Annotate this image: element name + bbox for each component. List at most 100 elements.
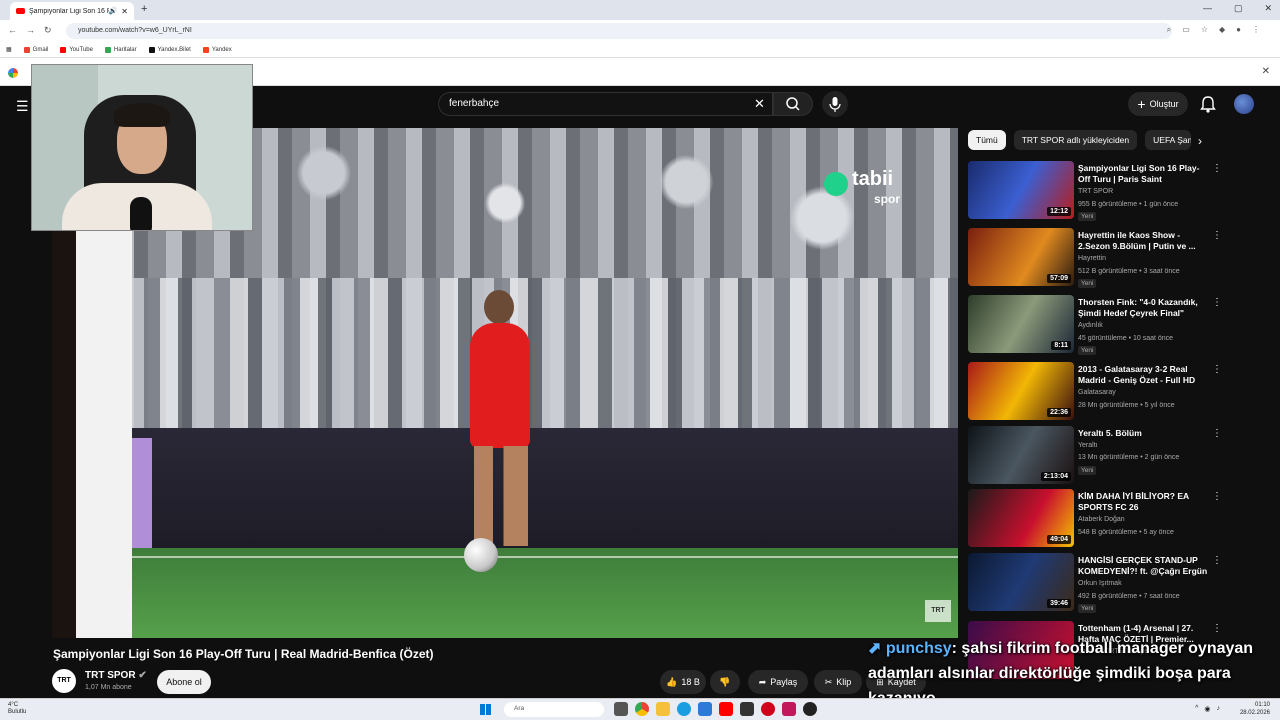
back-icon[interactable]: ←	[8, 25, 17, 35]
channel-name[interactable]: TRT SPOR ✔	[85, 670, 147, 681]
rec-title[interactable]: 2013 - Galatasaray 3-2 Real Madrid - Gen…	[1078, 364, 1208, 386]
more-options-icon[interactable]: ⋮	[1212, 163, 1222, 174]
rec-channel[interactable]: Yeraltı	[1078, 442, 1098, 449]
file-explorer-icon[interactable]	[656, 702, 670, 716]
menu-dots-icon[interactable]: ⋮	[1252, 25, 1260, 35]
url-field[interactable]: youtube.com/watch?v=w6_UYrL_rNI	[66, 23, 1172, 39]
browser-tab[interactable]: Şampiyonlar Ligi Son 16 Pl 🔊 ✕	[10, 2, 134, 20]
more-options-icon[interactable]: ⋮	[1212, 555, 1222, 566]
store-icon[interactable]	[698, 702, 712, 716]
close-infobar-icon[interactable]: ✕	[1262, 66, 1270, 77]
bookmark-yandex[interactable]: Yandex	[202, 46, 232, 53]
recommendation-item[interactable]: 22:36 2013 - Galatasaray 3-2 Real Madrid…	[968, 362, 1268, 422]
notifications-bell-icon[interactable]	[1200, 95, 1216, 113]
thumbnail[interactable]: 22:36	[968, 362, 1074, 420]
chevron-right-icon[interactable]: ›	[1198, 134, 1202, 148]
recommendation-item[interactable]: 2:13:04 Yeraltı 5. Bölüm Yeraltı 13 Mn g…	[968, 426, 1268, 486]
channel-avatar[interactable]: TRT	[52, 669, 76, 693]
app-icon[interactable]	[782, 702, 796, 716]
more-options-icon[interactable]: ⋮	[1212, 491, 1222, 502]
apps-grid-icon[interactable]: ▦	[6, 46, 12, 53]
rec-channel[interactable]: Orkun Işıtmak	[1078, 580, 1122, 587]
reload-icon[interactable]: ↻	[44, 25, 52, 36]
search-button[interactable]	[773, 92, 813, 116]
thumbnail[interactable]: 49:04	[968, 489, 1074, 547]
more-options-icon[interactable]: ⋮	[1212, 364, 1222, 375]
rec-title[interactable]: Hayrettin ile Kaos Show - 2.Sezon 9.Bölü…	[1078, 230, 1208, 252]
create-button[interactable]: + Oluştur	[1128, 92, 1188, 116]
recommendation-item[interactable]: 49:04 KİM DAHA İYİ BİLİYOR? EA SPORTS FC…	[968, 489, 1268, 549]
close-tab-icon[interactable]: ✕	[121, 7, 128, 16]
bookmark-yandex-bilet[interactable]: Yandex.Bilet	[148, 46, 191, 53]
forward-icon[interactable]: →	[26, 25, 35, 35]
rec-channel[interactable]: Aydınlık	[1078, 322, 1103, 329]
bookmark-maps[interactable]: Haritalar	[104, 46, 137, 53]
volume-icon[interactable]: ♪	[1217, 705, 1221, 713]
more-options-icon[interactable]: ⋮	[1212, 623, 1222, 634]
account-avatar[interactable]	[1234, 94, 1254, 114]
more-options-icon[interactable]: ⋮	[1212, 297, 1222, 308]
speaker-icon[interactable]: 🔊	[109, 7, 118, 15]
maximize-icon[interactable]: ▢	[1234, 3, 1243, 14]
more-options-icon[interactable]: ⋮	[1212, 230, 1222, 241]
more-options-icon[interactable]: ⋮	[1212, 428, 1222, 439]
thumbnail[interactable]: 8:11	[968, 295, 1074, 353]
rec-title[interactable]: Şampiyonlar Ligi Son 16 Play-Off Turu | …	[1078, 163, 1208, 185]
thumbnail[interactable]: 39:46	[968, 553, 1074, 611]
clear-search-icon[interactable]: ✕	[754, 96, 765, 112]
system-tray: ^ ◉ ♪	[1195, 705, 1220, 713]
recommendation-item[interactable]: 12:12 Şampiyonlar Ligi Son 16 Play-Off T…	[968, 161, 1268, 221]
recommendation-item[interactable]: 39:46 HANGİSİ GERÇEK STAND-UP KOMEDYENİ?…	[968, 553, 1268, 613]
chip-all[interactable]: Tümü	[968, 130, 1006, 150]
taskbar-search-input[interactable]: Ara	[504, 702, 604, 717]
thumbnail[interactable]: 12:12	[968, 161, 1074, 219]
edge-icon[interactable]	[677, 702, 691, 716]
rec-channel[interactable]: Hayrettin	[1078, 255, 1106, 262]
chrome-icon[interactable]	[635, 702, 649, 716]
subscribe-button[interactable]: Abone ol	[157, 670, 211, 694]
cast-icon[interactable]: ▭	[1182, 25, 1190, 35]
record-icon[interactable]	[761, 702, 775, 716]
thumbnail[interactable]: 2:13:04	[968, 426, 1074, 484]
recommendation-item[interactable]: 8:11 Thorsten Fink: "4-0 Kazandık, Şimdi…	[968, 295, 1268, 355]
task-view-icon[interactable]	[614, 702, 628, 716]
youtube-app-icon[interactable]	[719, 702, 733, 716]
rec-title[interactable]: Yeraltı 5. Bölüm	[1078, 428, 1208, 439]
bookmark-youtube[interactable]: YouTube	[60, 46, 93, 53]
chip-uploader[interactable]: TRT SPOR adlı yükleyiciden	[1013, 130, 1138, 150]
weather-widget[interactable]: 4°C Bulutlu	[8, 702, 26, 716]
bookmark-star-icon[interactable]: ☆	[1201, 25, 1208, 35]
rec-channel[interactable]: Ataberk Doğan	[1078, 516, 1125, 523]
minimize-icon[interactable]: —	[1203, 3, 1212, 14]
subscriber-count: 1,07 Mn abone	[85, 684, 132, 691]
rec-channel[interactable]: TRT SPOR	[1078, 188, 1113, 195]
close-window-icon[interactable]: ✕	[1264, 3, 1272, 14]
like-button[interactable]: 👍 18 B	[660, 670, 706, 694]
zoom-icon[interactable]: ⌕	[1167, 25, 1171, 35]
dislike-button[interactable]: 👎	[710, 670, 740, 694]
chevron-up-icon[interactable]: ^	[1195, 705, 1198, 713]
network-icon[interactable]: ◉	[1204, 705, 1210, 713]
extensions-icon[interactable]: ◆	[1219, 25, 1225, 35]
filter-chips: Tümü TRT SPOR adlı yükleyiciden UEFA Şam	[968, 130, 1192, 150]
bookmark-gmail[interactable]: Gmail	[23, 46, 48, 53]
rec-channel[interactable]: Galatasaray	[1078, 389, 1116, 396]
recommendation-item[interactable]: 57:09 Hayrettin ile Kaos Show - 2.Sezon …	[968, 228, 1268, 288]
menu-icon[interactable]: ☰	[16, 98, 29, 115]
share-button[interactable]: ➦ Paylaş	[748, 670, 808, 694]
chip-uefa[interactable]: UEFA Şam	[1145, 130, 1192, 150]
obs-icon[interactable]	[803, 702, 817, 716]
new-tab-button[interactable]: +	[141, 3, 147, 15]
rec-title[interactable]: HANGİSİ GERÇEK STAND-UP KOMEDYENİ?! ft. …	[1078, 555, 1208, 577]
profile-icon[interactable]: ●	[1236, 25, 1241, 35]
duration-badge: 49:04	[1047, 535, 1071, 544]
rec-title[interactable]: Thorsten Fink: "4-0 Kazandık, Şimdi Hede…	[1078, 297, 1208, 319]
thumbnail[interactable]: 57:09	[968, 228, 1074, 286]
voice-search-button[interactable]	[822, 91, 848, 117]
search-input[interactable]: fenerbahçe	[438, 92, 773, 116]
clock[interactable]: 01:10 28.02.2026	[1240, 701, 1270, 717]
clip-button[interactable]: ✂ Klip	[814, 670, 862, 694]
windows-start-icon[interactable]	[480, 704, 491, 715]
rec-title[interactable]: KİM DAHA İYİ BİLİYOR? EA SPORTS FC 26 GA…	[1078, 491, 1208, 513]
app-icon[interactable]	[740, 702, 754, 716]
